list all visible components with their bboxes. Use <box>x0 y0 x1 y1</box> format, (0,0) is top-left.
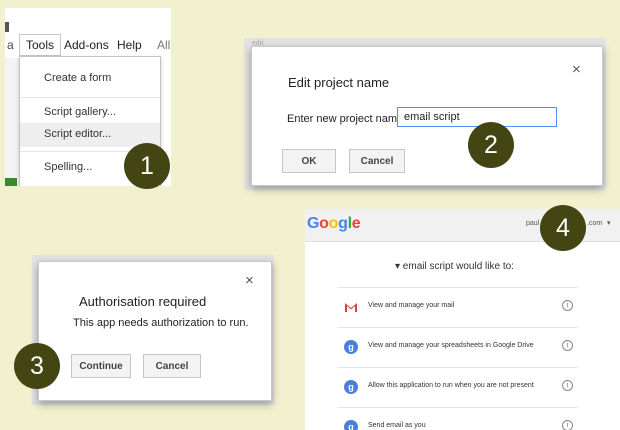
menu-item-create-form[interactable]: Create a form <box>20 67 160 91</box>
permission-text: Allow this application to run when you a… <box>368 382 534 389</box>
menubar-item-all[interactable]: All <box>157 38 170 52</box>
authorisation-dialog: Authorisation required × This app needs … <box>38 261 272 401</box>
info-icon[interactable]: i <box>562 340 573 351</box>
menubar-item-tools[interactable]: Tools <box>19 34 62 56</box>
close-icon[interactable]: × <box>572 61 581 78</box>
permission-item: g View and manage your spreadsheets in G… <box>338 327 578 368</box>
permission-request-text[interactable]: ▾ email script would like to: <box>395 261 514 272</box>
google-plus-icon: g <box>344 380 358 394</box>
google-plus-icon: g <box>344 420 358 430</box>
step-marker-1: 1 <box>124 143 170 189</box>
ok-button[interactable]: OK <box>282 149 336 173</box>
info-icon[interactable]: i <box>562 380 573 391</box>
row-header-strip <box>5 58 20 186</box>
permission-text: View and manage your spreadsheets in Goo… <box>368 342 534 349</box>
permission-item: g Send email as you i <box>338 407 578 430</box>
info-icon[interactable]: i <box>562 420 573 430</box>
account-email-suffix[interactable]: .com <box>587 220 602 227</box>
sheet-tab-indicator <box>5 178 17 186</box>
dialog-title: Edit project name <box>288 75 390 90</box>
cancel-button[interactable]: Cancel <box>349 149 405 173</box>
info-icon[interactable]: i <box>562 300 573 311</box>
permission-item: View and manage your mail i <box>338 287 578 328</box>
menubar-item-partial[interactable]: a <box>7 38 14 52</box>
account-email[interactable]: paul <box>526 220 539 227</box>
continue-button[interactable]: Continue <box>71 354 131 378</box>
project-name-label: Enter new project name <box>287 113 404 125</box>
menubar: a Tools Add-ons Help All <box>5 32 171 58</box>
permission-text: View and manage your mail <box>368 302 455 309</box>
permission-text: Send email as you <box>368 422 426 429</box>
menubar-item-addons[interactable]: Add-ons <box>64 38 109 52</box>
step-marker-3: 3 <box>14 343 60 389</box>
toolbar-fragment <box>5 22 9 32</box>
google-plus-icon: g <box>344 340 358 354</box>
step-marker-2: 2 <box>468 122 514 168</box>
permission-item: g Allow this application to run when you… <box>338 367 578 408</box>
edit-project-name-panel: edit Edit project name × Enter new proje… <box>244 38 606 190</box>
project-name-input[interactable] <box>397 107 557 127</box>
menu-item-script-gallery[interactable]: Script gallery... <box>20 101 160 125</box>
dialog-message: This app needs authorization to run. <box>73 317 249 329</box>
step-marker-4: 4 <box>540 205 586 251</box>
dialog-title: Authorisation required <box>79 294 207 309</box>
chevron-down-icon[interactable]: ▾ <box>607 219 611 227</box>
gmail-icon <box>345 303 357 312</box>
menubar-item-help[interactable]: Help <box>117 38 142 52</box>
google-logo: Google <box>307 215 361 232</box>
authorisation-panel: Authorisation required × This app needs … <box>32 255 274 405</box>
cancel-button[interactable]: Cancel <box>143 354 201 378</box>
close-icon[interactable]: × <box>245 272 254 289</box>
edit-project-name-dialog: Edit project name × Enter new project na… <box>251 46 603 186</box>
menu-divider <box>20 97 160 98</box>
